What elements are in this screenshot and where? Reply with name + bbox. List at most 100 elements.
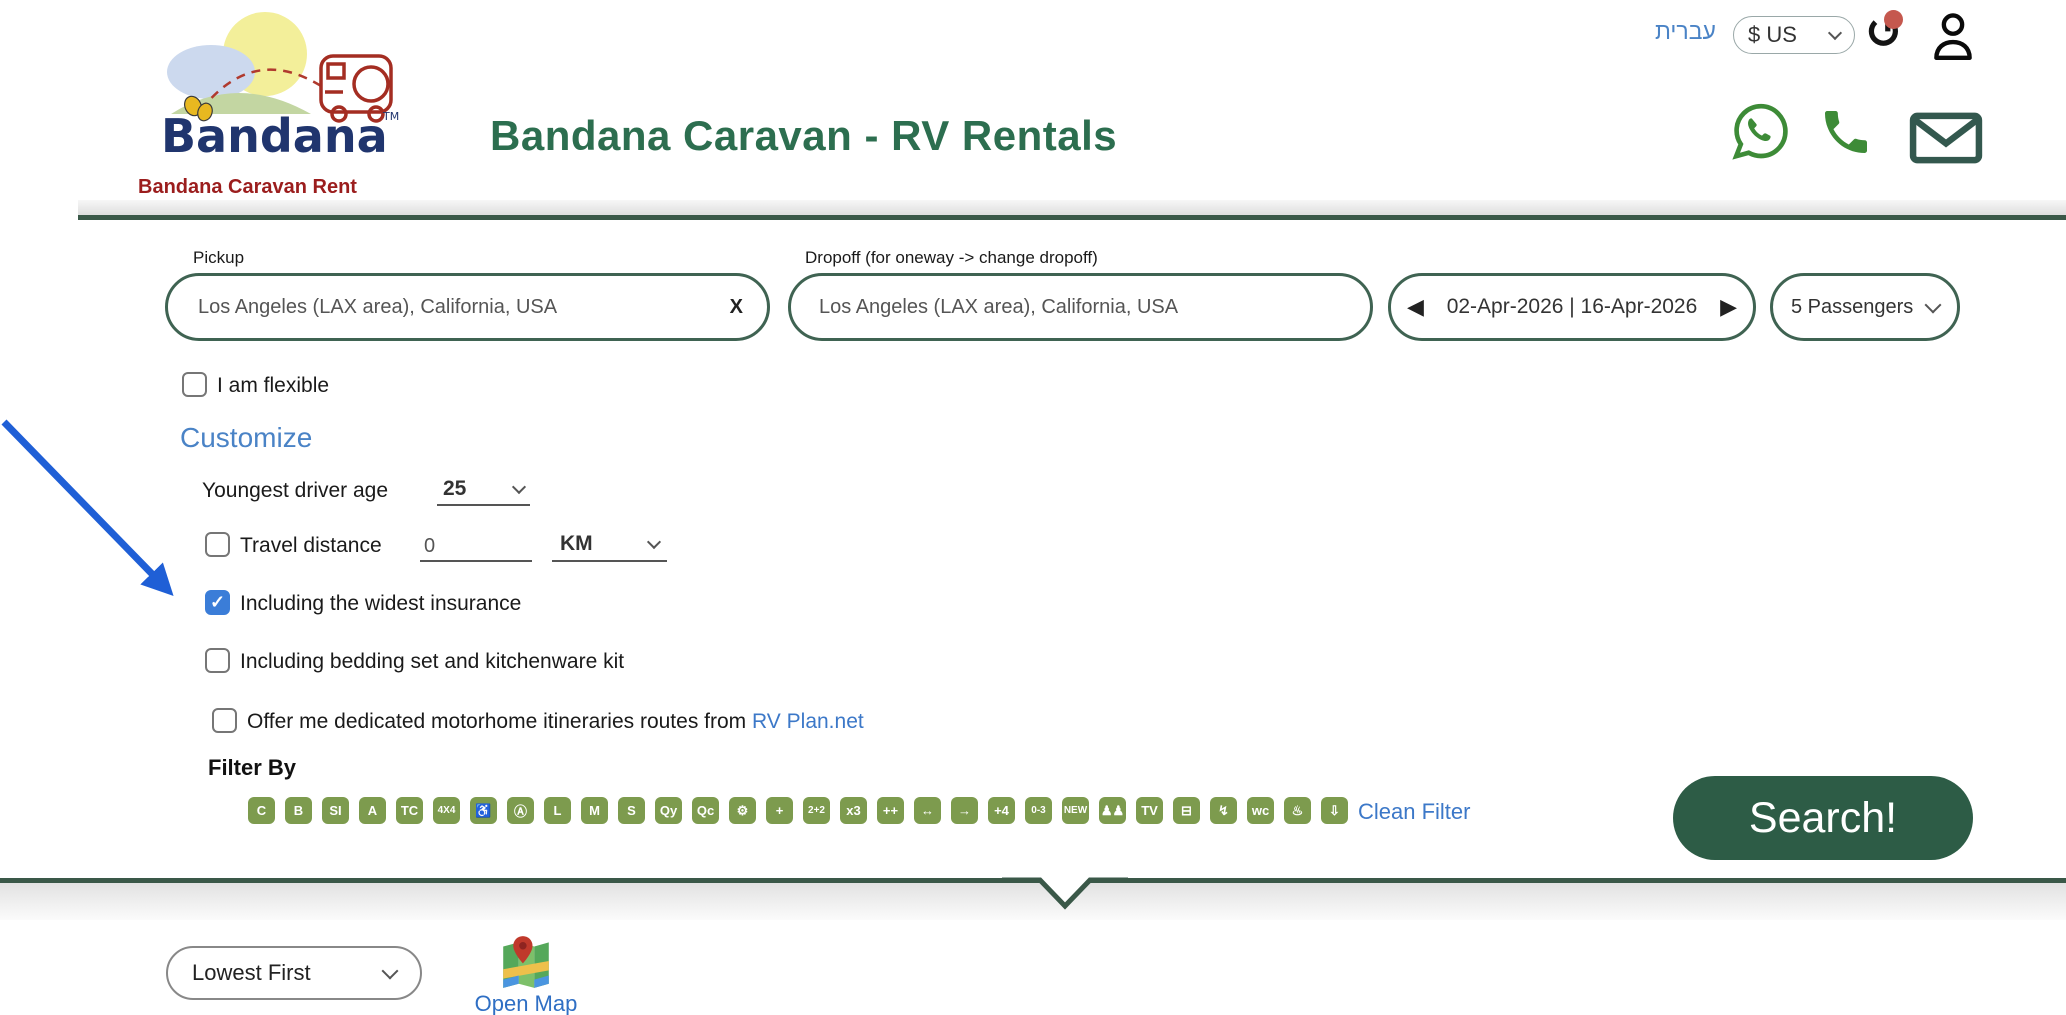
distance-label: Travel distance — [240, 534, 382, 558]
page-title: Bandana Caravan - RV Rentals — [490, 112, 1117, 160]
distance-input[interactable]: 0 — [420, 528, 532, 562]
sort-select[interactable]: Lowest First — [166, 946, 422, 1000]
whatsapp-icon — [1730, 100, 1792, 162]
insurance-checkbox[interactable]: ✓ — [205, 590, 230, 615]
logo-subtitle: Bandana Caravan Rent — [138, 176, 418, 199]
quality-y-icon[interactable]: Qy — [655, 797, 682, 824]
pickup-label: Pickup — [193, 248, 244, 268]
bed-width-icon[interactable]: ↔ — [914, 797, 941, 824]
driver-age-value: 25 — [443, 477, 466, 501]
class-b-icon[interactable]: B — [285, 797, 312, 824]
extra-4-seats-rv-icon[interactable]: +4 — [988, 797, 1015, 824]
search-button[interactable]: Search! — [1673, 776, 1973, 860]
dates-next-icon[interactable]: ▶ — [1720, 294, 1737, 320]
filter-icon-row: CB SI A TC 4X4 ♿ Ⓐ LMS Qy Qc ⚙ +2+2 x3 ++ ↔ → +4 0-3 NEW ♟♟… — [248, 797, 1348, 824]
dropoff-label: Dropoff (for oneway -> change dropoff) — [805, 248, 1098, 268]
clean-filter-link[interactable]: Clean Filter — [1358, 799, 1470, 825]
offer-label-text: Offer me dedicated motorhome itineraries… — [247, 710, 746, 733]
svg-text:Bandana: Bandana — [161, 109, 388, 163]
two-people-icon[interactable]: ♟♟ — [1099, 797, 1126, 824]
new-rv-icon[interactable]: NEW — [1062, 797, 1089, 824]
dump-rv-icon[interactable]: ⇩ — [1321, 797, 1348, 824]
phone-icon — [1818, 104, 1874, 160]
currency-value: $ US — [1748, 22, 1797, 48]
logo-art: Bandana TM — [135, 2, 405, 170]
driver-age-select[interactable]: 25 — [437, 474, 530, 506]
dates-prev-icon[interactable]: ◀ — [1407, 294, 1424, 320]
class-a-icon[interactable]: A — [359, 797, 386, 824]
pickup-value: Los Angeles (LAX area), California, USA — [198, 296, 557, 319]
wc-icon[interactable]: wc — [1247, 797, 1274, 824]
currency-select[interactable]: $ US — [1733, 16, 1855, 54]
dates-value: 02-Apr-2026 | 16-Apr-2026 — [1447, 295, 1698, 319]
person-icon — [1928, 8, 1978, 62]
account-button[interactable] — [1928, 8, 1978, 62]
language-link[interactable]: עברית — [1655, 18, 1716, 45]
wheelchair-accessible-icon[interactable]: ♿ — [470, 797, 497, 824]
customize-link[interactable]: Customize — [180, 422, 312, 454]
tv-icon[interactable]: TV — [1136, 797, 1163, 824]
automatic-transmission-icon[interactable]: Ⓐ — [507, 797, 534, 824]
seats-x3-icon[interactable]: x3 — [840, 797, 867, 824]
open-map-link[interactable]: Open Map — [468, 991, 584, 1015]
annotation-arrow — [0, 412, 210, 622]
history-button[interactable]: ↺ — [1856, 4, 1912, 60]
logo[interactable]: Bandana TM — [135, 2, 405, 170]
dates-field[interactable]: ◀ 02-Apr-2026 | 16-Apr-2026 ▶ — [1388, 273, 1756, 341]
divider-notch — [1002, 872, 1128, 920]
medium-rv-icon[interactable]: M — [581, 797, 608, 824]
bunk-bed-icon[interactable]: ⊟ — [1173, 797, 1200, 824]
offroad-4x4-icon[interactable]: 4X4 — [433, 797, 460, 824]
distance-unit-select[interactable]: KM — [552, 528, 667, 562]
passengers-field[interactable]: 5 Passengers — [1770, 273, 1960, 341]
checkmark-icon: ✓ — [210, 592, 225, 613]
quality-c-icon[interactable]: Qc — [692, 797, 719, 824]
dropoff-field[interactable]: Los Angeles (LAX area), California, USA — [788, 273, 1373, 341]
driver-age-label: Youngest driver age — [202, 479, 388, 503]
page: Bandana TM Bandana Caravan Rent Bandana … — [0, 0, 2066, 1015]
person-plus-icon[interactable]: + — [766, 797, 793, 824]
phone-button[interactable] — [1818, 104, 1874, 160]
seats-2plus2-icon[interactable]: 2+2 — [803, 797, 830, 824]
shower-icon[interactable]: ♨ — [1284, 797, 1311, 824]
power-icon[interactable]: ↯ — [1210, 797, 1237, 824]
distance-checkbox[interactable] — [205, 532, 230, 557]
toddler-0-3-icon[interactable]: 0-3 — [1025, 797, 1052, 824]
flexible-checkbox[interactable] — [182, 372, 207, 397]
class-tc-icon[interactable]: TC — [396, 797, 423, 824]
small-rv-icon[interactable]: S — [618, 797, 645, 824]
chevron-down-icon — [512, 479, 526, 493]
dropoff-value: Los Angeles (LAX area), California, USA — [819, 296, 1178, 319]
offer-checkbox[interactable] — [212, 708, 237, 733]
class-c-icon[interactable]: C — [248, 797, 275, 824]
chevron-down-icon — [1828, 25, 1842, 39]
flexible-label: I am flexible — [217, 374, 329, 398]
bedding-checkbox[interactable] — [205, 648, 230, 673]
class-si-icon[interactable]: SI — [322, 797, 349, 824]
search-button-label: Search! — [1749, 794, 1897, 843]
offer-link[interactable]: RV Plan.net — [752, 710, 864, 733]
passengers-value: 5 Passengers — [1791, 296, 1913, 319]
chevron-down-icon — [1925, 296, 1942, 313]
pickup-clear-icon[interactable]: X — [730, 296, 743, 319]
chevron-down-icon — [647, 534, 661, 548]
large-rv-icon[interactable]: L — [544, 797, 571, 824]
map-icon — [497, 932, 555, 990]
insurance-label: Including the widest insurance — [240, 592, 521, 616]
oneway-rv-icon[interactable]: → — [951, 797, 978, 824]
trademark: TM — [382, 110, 399, 123]
distance-value: 0 — [424, 535, 435, 558]
notification-badge — [1884, 10, 1903, 29]
pickup-field[interactable]: Los Angeles (LAX area), California, USA … — [165, 273, 770, 341]
family-plus-icon[interactable]: ++ — [877, 797, 904, 824]
offer-label: Offer me dedicated motorhome itineraries… — [247, 710, 864, 734]
sort-value: Lowest First — [192, 960, 311, 986]
mail-icon — [1908, 112, 1984, 164]
email-button[interactable] — [1908, 112, 1984, 164]
whatsapp-button[interactable] — [1730, 100, 1792, 162]
gear-icon[interactable]: ⚙ — [729, 797, 756, 824]
chevron-down-icon — [382, 962, 399, 979]
distance-unit-value: KM — [560, 532, 593, 556]
bedding-label: Including bedding set and kitchenware ki… — [240, 650, 624, 674]
map-button[interactable] — [497, 932, 555, 990]
